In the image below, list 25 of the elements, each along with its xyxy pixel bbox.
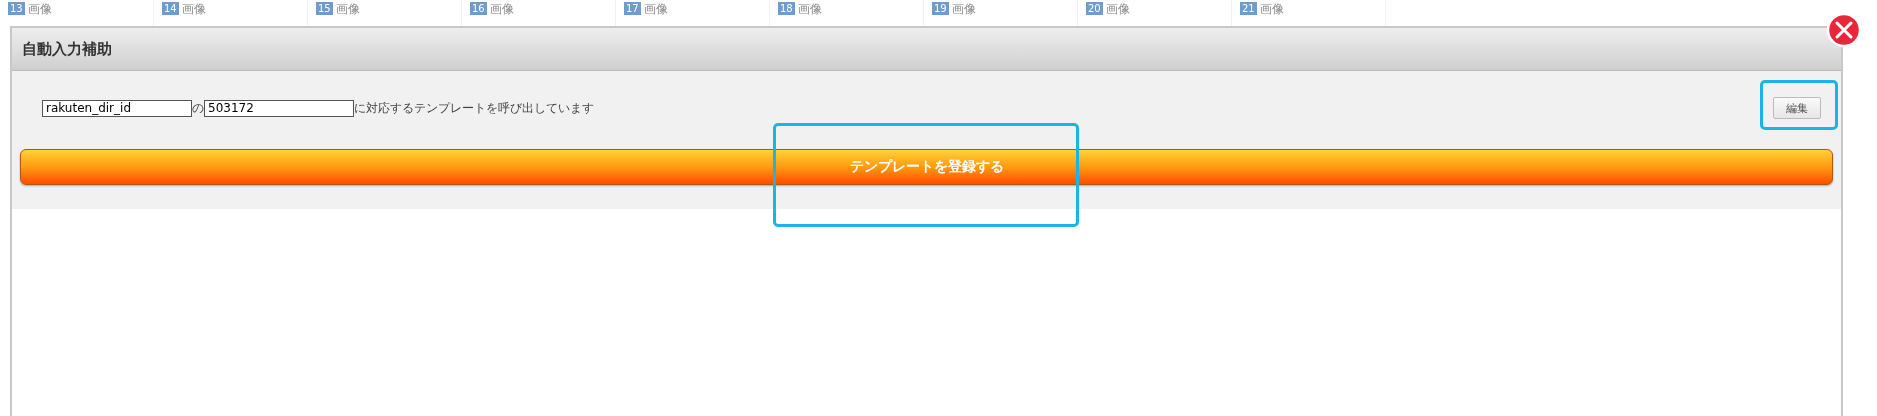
tile-number: 18 (778, 2, 795, 15)
close-icon[interactable] (1826, 12, 1862, 48)
tile-label: 画像 (27, 2, 52, 16)
connector-text: の (192, 99, 204, 117)
tile-number: 15 (316, 2, 333, 15)
tile-number: 20 (1086, 2, 1103, 15)
tile-label: 画像 (643, 2, 668, 16)
tile-number: 13 (8, 2, 25, 15)
dialog-title: 自動入力補助 (22, 39, 112, 59)
tile-label: 画像 (335, 2, 360, 16)
edit-button[interactable]: 編集 (1773, 97, 1821, 119)
tile-number: 16 (470, 2, 487, 15)
tile-number: 14 (162, 2, 179, 15)
tile-number: 19 (932, 2, 949, 15)
tile-label: 画像 (951, 2, 976, 16)
input-field[interactable]: rakuten_dir_id (42, 99, 192, 117)
input-field[interactable]: 503172 (204, 99, 354, 117)
tile-label: 画像 (1259, 2, 1284, 16)
tile-label: 画像 (1105, 2, 1130, 16)
tile-label: 画像 (489, 2, 514, 16)
tile-label: 画像 (181, 2, 206, 16)
message-text: に対応するテンプレートを呼び出しています (354, 99, 594, 117)
tile-label: 画像 (797, 2, 822, 16)
tile-number: 17 (624, 2, 641, 15)
tile-number: 21 (1240, 2, 1257, 15)
